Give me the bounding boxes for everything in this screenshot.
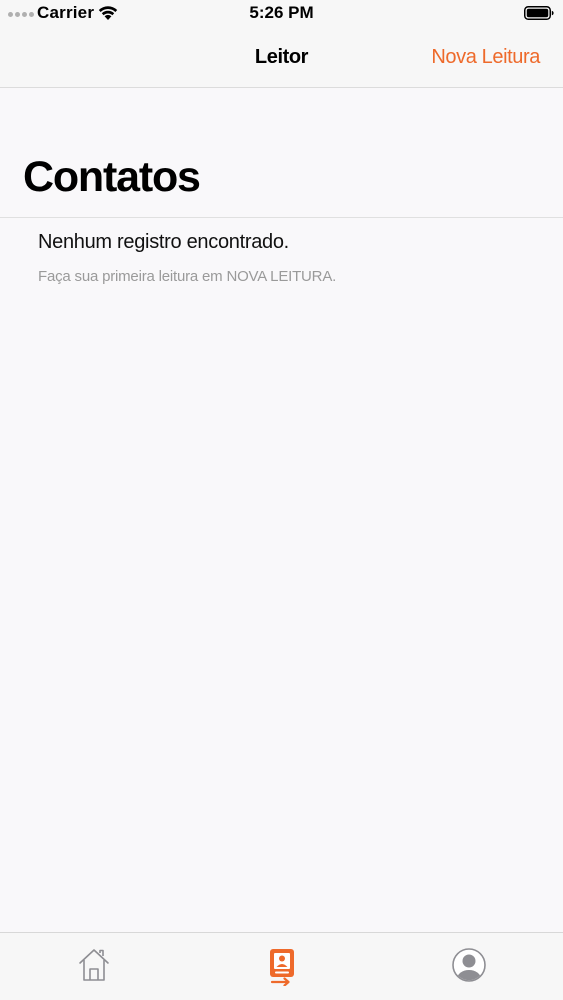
empty-state-subtitle: Faça sua primeira leitura em NOVA LEITUR…: [38, 268, 337, 285]
profile-icon: [452, 948, 486, 982]
tab-home[interactable]: [44, 933, 144, 1000]
navigation-bar: Leitor Nova Leitura: [0, 28, 563, 88]
home-icon: [79, 949, 109, 981]
divider: [0, 217, 563, 218]
empty-state-title: Nenhum registro encontrado.: [38, 231, 289, 253]
battery-icon: [524, 6, 554, 20]
status-time: 5:26 PM: [249, 3, 314, 22]
badge-reader-icon: [270, 949, 294, 986]
new-reading-button[interactable]: Nova Leitura: [431, 46, 540, 69]
tab-profile[interactable]: [419, 933, 519, 1000]
status-bar: Carrier 5:26 PM: [0, 0, 563, 28]
page-title: Contatos: [23, 153, 201, 201]
app-screen: Carrier 5:26 PM Leitor Nova Leitura Cont…: [0, 0, 563, 1000]
tab-bar: [0, 932, 563, 1000]
tab-reader[interactable]: [232, 933, 332, 1000]
